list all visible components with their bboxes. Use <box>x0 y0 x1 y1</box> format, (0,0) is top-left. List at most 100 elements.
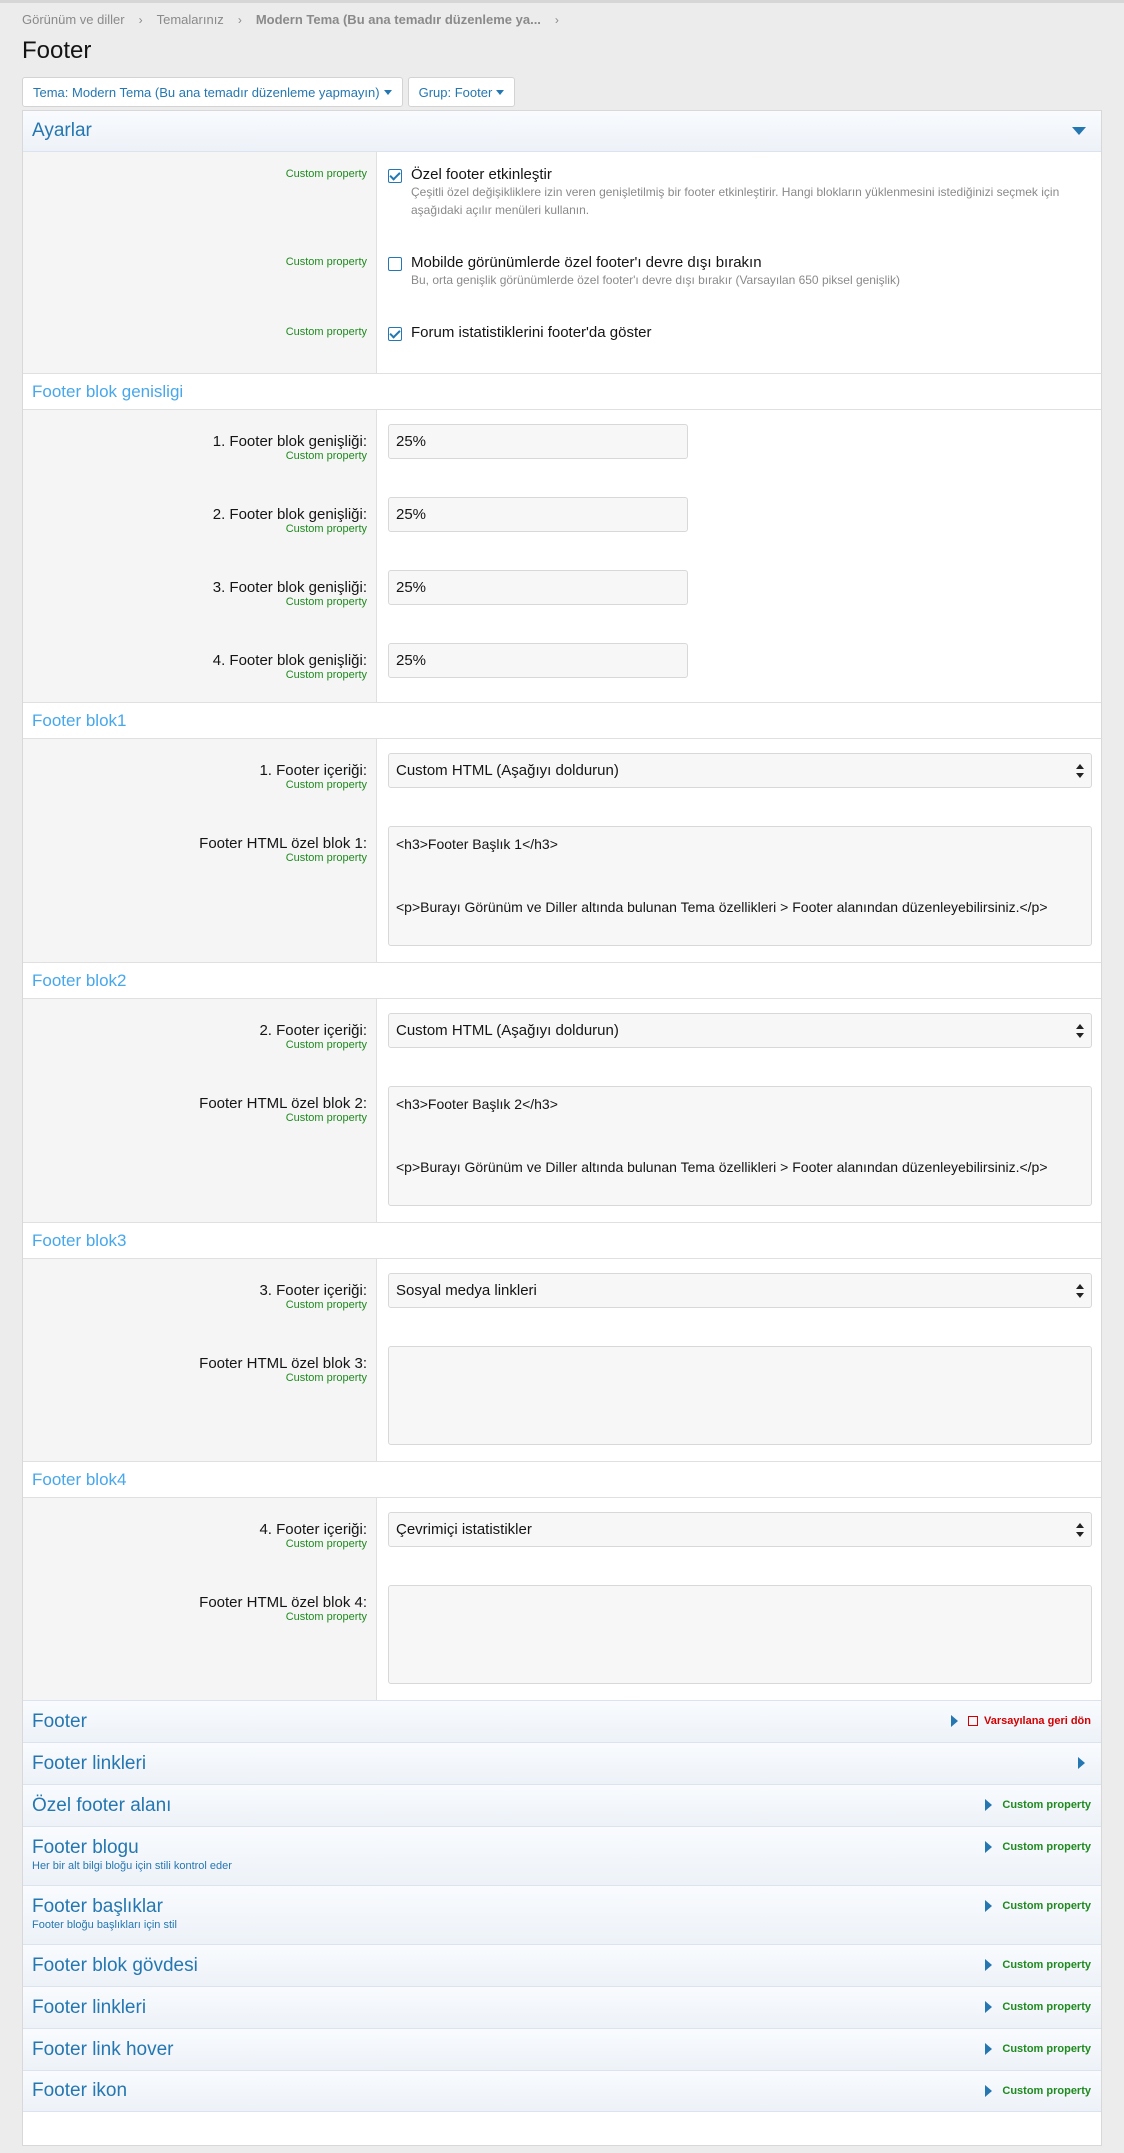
page-title: Footer <box>22 37 92 64</box>
width-input-4[interactable]: 25% <box>388 643 688 678</box>
group-filter-button[interactable]: Grup: Footer <box>407 77 516 107</box>
custom-property-label: Custom property <box>285 596 367 608</box>
block1-section-header: Footer blok1 <box>23 702 1101 739</box>
chevron-right-icon: › <box>554 12 559 27</box>
width-label-text: 1. Footer blok genişliği: <box>212 433 367 450</box>
triangle-right-icon[interactable] <box>985 2001 993 2013</box>
select-arrows-icon <box>1076 764 1084 778</box>
group-actions: Custom property <box>985 2085 1091 2097</box>
group-actions: Custom property <box>985 2001 1091 2013</box>
footer-headings-group-header[interactable]: Footer başlıklar Footer bloğu başlıkları… <box>23 1885 1101 1944</box>
group-title: Footer link hover <box>32 2038 174 2060</box>
breadcrumb-item-current-theme[interactable]: Modern Tema (Bu ana temadır düzenleme ya… <box>256 12 541 27</box>
footer-group-header[interactable]: Footer Varsayılana geri dön <box>23 1700 1101 1742</box>
block1-html-textarea[interactable]: <h3>Footer Başlık 1</h3> <p>Burayı Görün… <box>388 826 1092 946</box>
label-text: 4. Footer içeriği: <box>259 1521 367 1538</box>
custom-footer-area-group-header[interactable]: Özel footer alanı Custom property <box>23 1784 1101 1826</box>
custom-property-label: Custom property <box>285 1112 367 1124</box>
triangle-right-icon[interactable] <box>985 2043 993 2055</box>
footer-link-hover-group-header[interactable]: Footer link hover Custom property <box>23 2028 1101 2070</box>
show-forum-stats-option[interactable]: Forum istatistiklerini footer'da göster <box>388 324 1092 341</box>
triangle-down-icon[interactable] <box>1072 127 1086 135</box>
block3-content-label: 3. Footer içeriği: Custom property <box>23 1282 367 1355</box>
block2-html-textarea[interactable]: <h3>Footer Başlık 2</h3> <p>Burayı Görün… <box>388 1086 1092 1206</box>
block4-content-select[interactable]: Çevrimiçi istatistikler <box>388 1512 1092 1547</box>
block1-labels: 1. Footer içeriği: Custom property Foote… <box>23 739 377 962</box>
group-subtitle: Footer bloğu başlıkları için stil <box>32 1919 177 1931</box>
filter-bar: Tema: Modern Tema (Bu ana temadır düzenl… <box>0 77 1124 111</box>
group-filter-label: Grup: Footer <box>418 84 493 100</box>
triangle-right-icon[interactable] <box>985 1799 993 1811</box>
block2-values: Custom HTML (Aşağıyı doldurun) <h3>Foote… <box>377 999 1101 1222</box>
breadcrumb: Görünüm ve diller › Temalarınız › Modern… <box>0 3 1124 31</box>
footer-links-style-group-header[interactable]: Footer linkleri Custom property <box>23 1986 1101 2028</box>
triangle-right-icon[interactable] <box>1078 1757 1085 1769</box>
enable-custom-footer-option[interactable]: Özel footer etkinleştir Çeşitli özel değ… <box>388 166 1092 254</box>
style-properties-panel: Ayarlar Custom property Custom property … <box>22 110 1102 2146</box>
group-title: Footer blok gövdesi <box>32 1954 198 1976</box>
setting-labels: Custom property Custom property Custom p… <box>23 152 377 373</box>
label-text: Footer HTML özel blok 1: <box>199 835 367 852</box>
block2-content-select[interactable]: Custom HTML (Aşağıyı doldurun) <box>388 1013 1092 1048</box>
block2-content-label: 2. Footer içeriği: Custom property <box>23 1022 367 1095</box>
custom-property-label: Custom property <box>285 168 367 180</box>
custom-property-label: Custom property <box>285 1039 367 1051</box>
width-input-1[interactable]: 25% <box>388 424 688 459</box>
revert-to-default-button[interactable]: Varsayılana geri dön <box>968 1715 1091 1727</box>
label-text: Footer HTML özel blok 4: <box>199 1594 367 1611</box>
width-inputs: 25% 25% 25% 25% <box>377 410 1101 702</box>
checkbox-unchecked[interactable] <box>388 257 402 271</box>
width-input-2[interactable]: 25% <box>388 497 688 532</box>
custom-property-label: Custom property <box>1002 2085 1091 2097</box>
footer-block-body-group-header[interactable]: Footer blok gövdesi Custom property <box>23 1944 1101 1986</box>
group-actions: Custom property <box>985 1900 1091 1912</box>
block3-content-select[interactable]: Sosyal medya linkleri <box>388 1273 1092 1308</box>
triangle-right-icon[interactable] <box>985 1959 993 1971</box>
custom-property-label: Custom property <box>1002 1959 1091 1971</box>
width-label-1: 1. Footer blok genişliği: Custom propert… <box>23 433 367 506</box>
custom-property-label: Custom property <box>285 450 367 462</box>
block2-section-header: Footer blok2 <box>23 962 1101 999</box>
triangle-right-icon[interactable] <box>985 1841 993 1853</box>
width-label-2: 2. Footer blok genişliği: Custom propert… <box>23 506 367 579</box>
custom-property-label: Custom property <box>285 1611 367 1623</box>
block4-rows: 4. Footer içeriği: Custom property Foote… <box>23 1498 1101 1700</box>
block2-labels: 2. Footer içeriği: Custom property Foote… <box>23 999 377 1222</box>
width-input-3[interactable]: 25% <box>388 570 688 605</box>
disable-mobile-footer-option[interactable]: Mobilde görünümlerde özel footer'ı devre… <box>388 254 1092 324</box>
custom-property-label: Custom property <box>285 852 367 864</box>
group-actions: Custom property <box>985 1799 1091 1811</box>
breadcrumb-item-appearance[interactable]: Görünüm ve diller <box>22 12 125 27</box>
block3-html-textarea[interactable] <box>388 1346 1092 1445</box>
footer-links-group-header[interactable]: Footer linkleri <box>23 1742 1101 1784</box>
block4-html-textarea[interactable] <box>388 1585 1092 1684</box>
chevron-right-icon: › <box>237 12 242 27</box>
triangle-right-icon[interactable] <box>951 1715 958 1727</box>
custom-property-label: Custom property <box>285 669 367 681</box>
triangle-right-icon[interactable] <box>985 2085 993 2097</box>
width-label-text: 2. Footer blok genişliği: <box>212 506 367 523</box>
block1-content-select[interactable]: Custom HTML (Aşağıyı doldurun) <box>388 753 1092 788</box>
checkbox-checked[interactable] <box>388 327 402 341</box>
group-actions <box>1078 1757 1091 1769</box>
custom-property-label: Custom property <box>1002 1900 1091 1912</box>
block4-values: Çevrimiçi istatistikler <box>377 1498 1101 1700</box>
block4-content-label: 4. Footer içeriği: Custom property <box>23 1521 367 1594</box>
footer-icon-group-header[interactable]: Footer ikon Custom property <box>23 2070 1101 2112</box>
triangle-right-icon[interactable] <box>985 1900 993 1912</box>
settings-header[interactable]: Ayarlar <box>23 111 1101 152</box>
group-actions: Custom property <box>985 2043 1091 2055</box>
block1-values: Custom HTML (Aşağıyı doldurun) <h3>Foote… <box>377 739 1101 962</box>
theme-filter-button[interactable]: Tema: Modern Tema (Bu ana temadır düzenl… <box>22 77 403 107</box>
checkbox-checked[interactable] <box>388 169 402 183</box>
group-actions: Custom property <box>985 1959 1091 1971</box>
width-label-4: 4. Footer blok genişliği: Custom propert… <box>23 652 367 681</box>
option-hint: Bu, orta genişlik görünümlerde özel foot… <box>411 273 900 287</box>
label-text: Footer HTML özel blok 2: <box>199 1095 367 1112</box>
group-title: Footer <box>32 1710 87 1732</box>
footer-block-group-header[interactable]: Footer blogu Her bir alt bilgi bloğu içi… <box>23 1826 1101 1885</box>
width-labels: 1. Footer blok genişliği: Custom propert… <box>23 410 377 702</box>
theme-filter-label: Tema: Modern Tema (Bu ana temadır düzenl… <box>33 84 380 100</box>
breadcrumb-item-themes[interactable]: Temalarınız <box>157 12 224 27</box>
block4-html-label: Footer HTML özel blok 4: Custom property <box>23 1594 367 1623</box>
